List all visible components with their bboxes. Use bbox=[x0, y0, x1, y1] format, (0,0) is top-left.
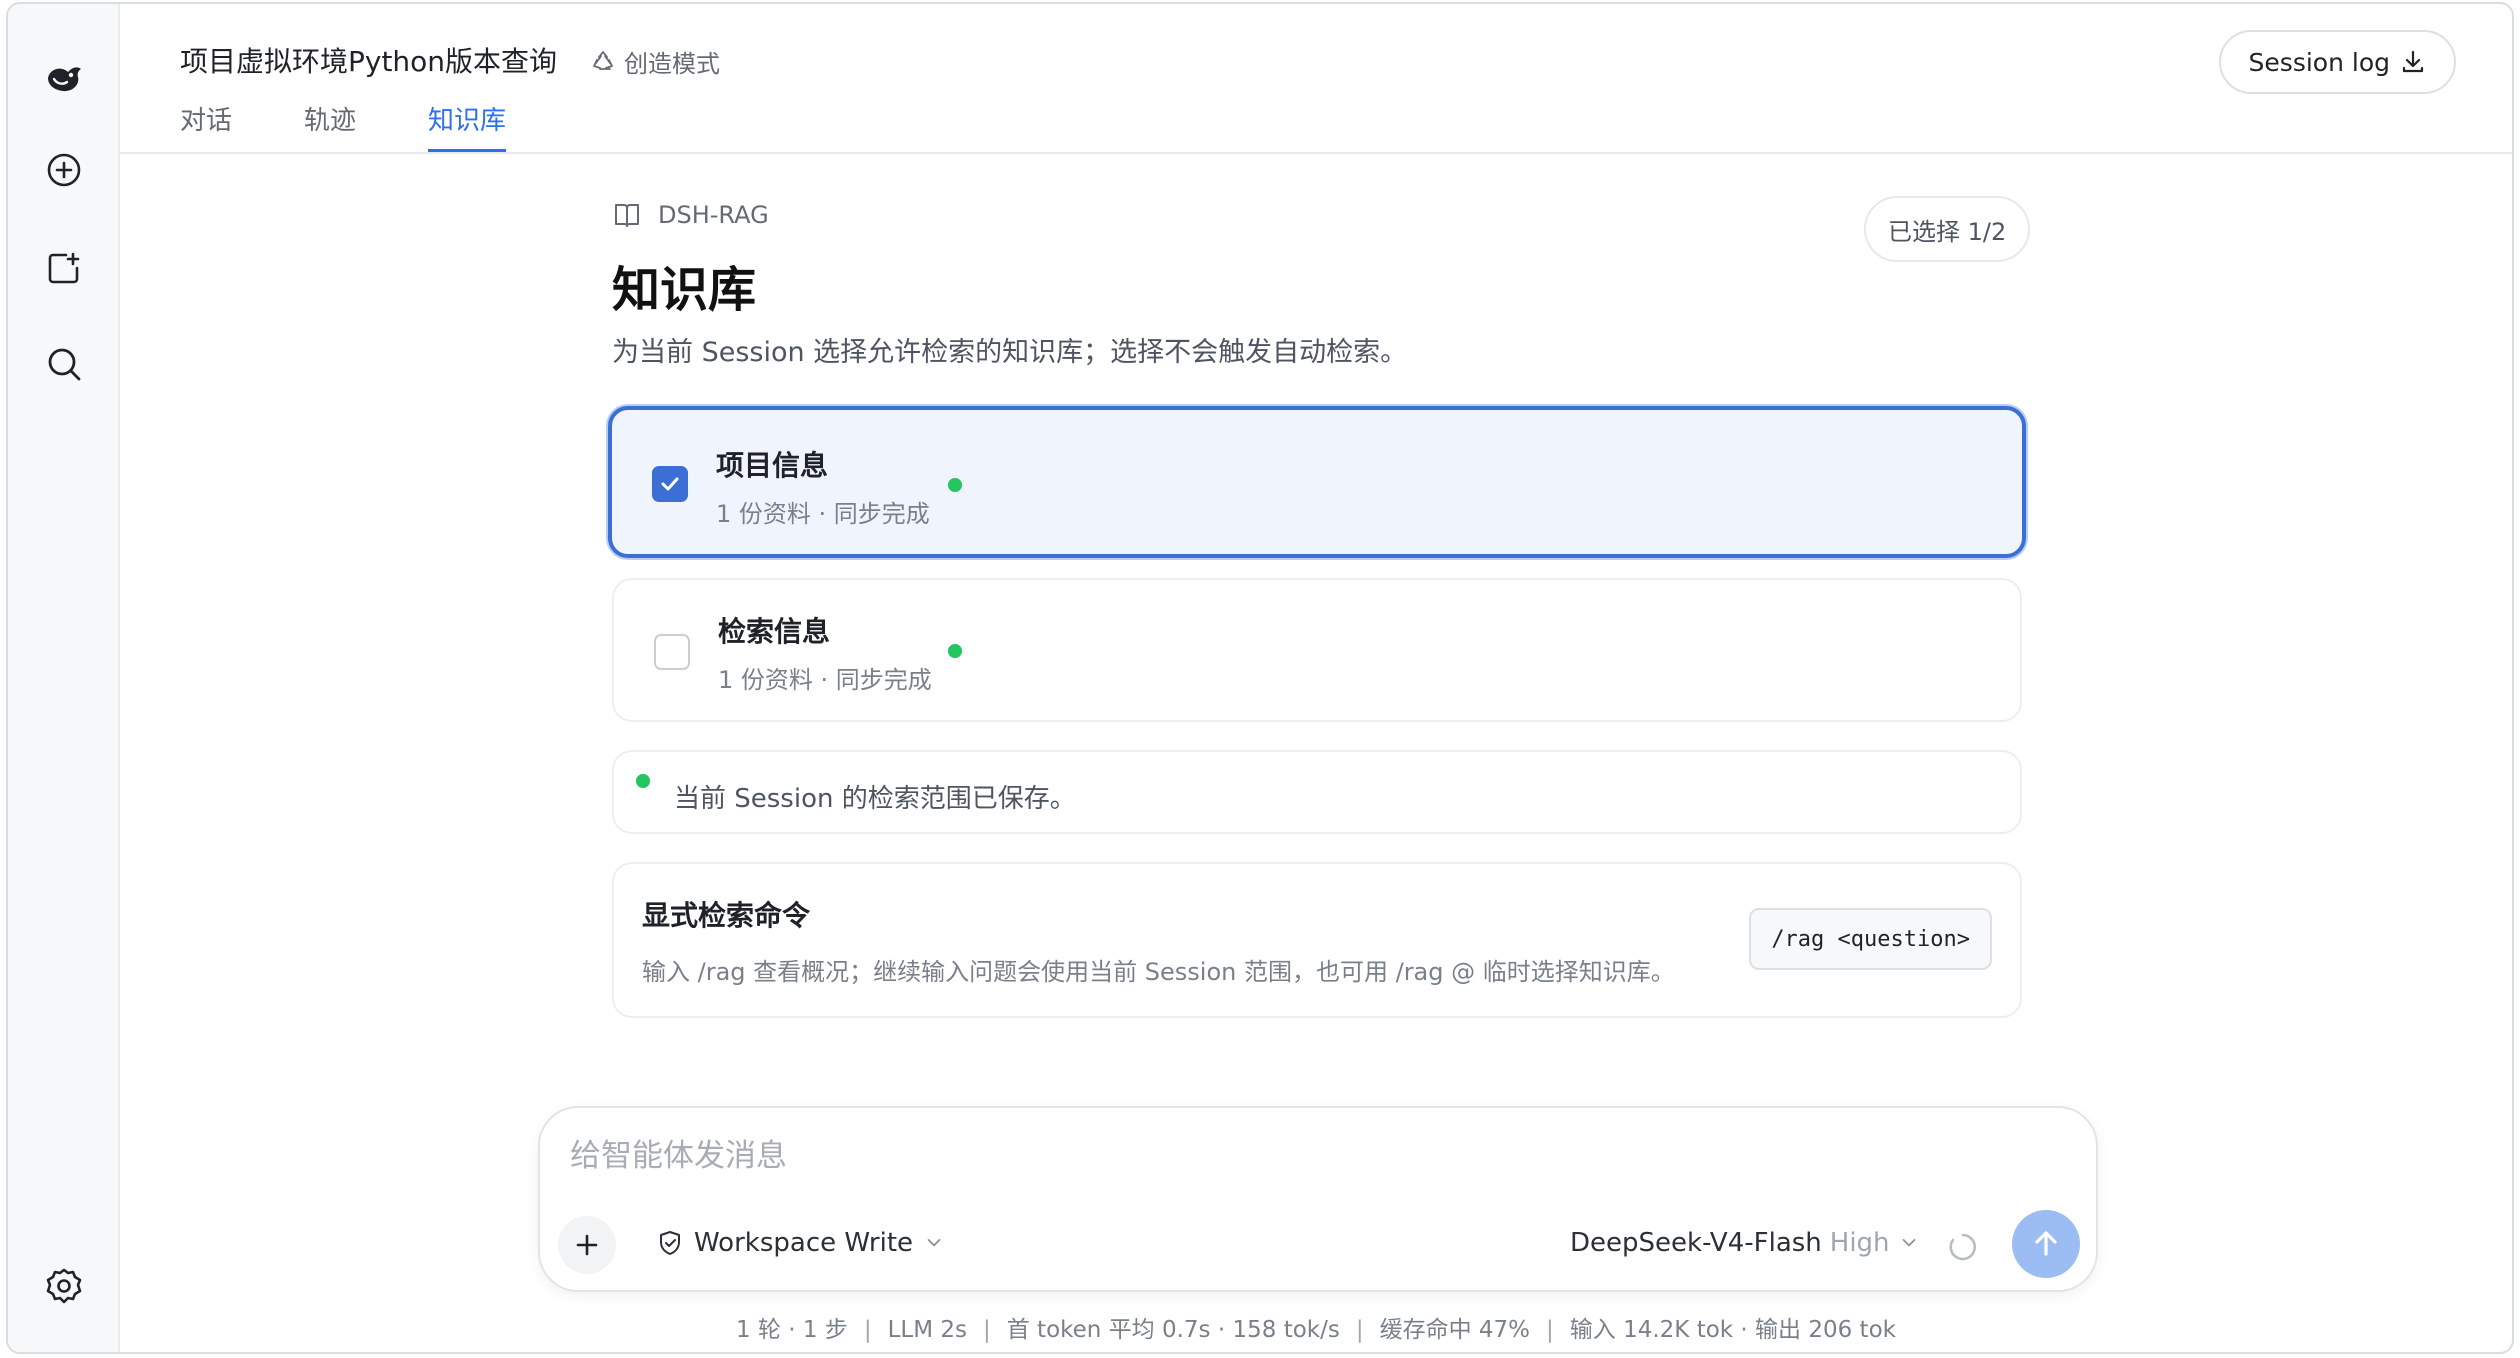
knowledge-item-project-info[interactable]: 项目信息 1 份资料 · 同步完成 bbox=[608, 406, 2026, 558]
notice-text: 当前 Session 的检索范围已保存。 bbox=[674, 784, 1076, 814]
rag-command-card: 显式检索命令 输入 /rag 查看概况；继续输入问题会使用当前 Session … bbox=[612, 862, 2022, 1018]
sidebar bbox=[8, 4, 120, 1352]
mode-label: 创造模式 bbox=[624, 50, 720, 78]
stats-io: 输入 14.2K tok · 输出 206 tok bbox=[1569, 1317, 1896, 1343]
run-stats: 1 轮 · 1 步 | LLM 2s | 首 token 平均 0.7s · 158 t… bbox=[736, 1317, 1896, 1343]
message-composer: Workspace Write DeepSeek-V4-Flash High bbox=[538, 1106, 2098, 1292]
selected-count-badge: 已选择 1/2 bbox=[1864, 196, 2031, 262]
knowledge-item-checkbox[interactable] bbox=[652, 466, 688, 502]
command-description: 输入 /rag 查看概况；继续输入问题会使用当前 Session 范围，也可用 … bbox=[642, 958, 1675, 986]
stats-token-speed: 首 token 平均 0.7s · 158 tok/s bbox=[1006, 1317, 1340, 1343]
chevron-down-icon bbox=[1902, 1238, 1915, 1247]
knowledge-item-meta: 1 份资料 · 同步完成 bbox=[718, 666, 932, 694]
message-input[interactable] bbox=[570, 1138, 1970, 1174]
knowledge-item-name: 项目信息 bbox=[716, 449, 829, 482]
knowledge-title: 知识库 bbox=[612, 262, 757, 318]
recycle-icon bbox=[593, 50, 613, 70]
session-log-label: Session log bbox=[2248, 47, 2390, 77]
stats-cache: 缓存命中 47% bbox=[1379, 1317, 1531, 1343]
workspace-permission-select[interactable]: Workspace Write bbox=[656, 1228, 945, 1258]
knowledge-description: 为当前 Session 选择允许检索的知识库；选择不会触发自动检索。 bbox=[612, 337, 1408, 368]
model-name: DeepSeek-V4-Flash bbox=[1570, 1228, 1822, 1258]
tab-knowledge[interactable]: 知识库 bbox=[428, 100, 507, 152]
workspace-label: Workspace Write bbox=[694, 1228, 914, 1258]
breadcrumb-label: DSH-RAG bbox=[658, 201, 769, 229]
model-select[interactable]: DeepSeek-V4-Flash High bbox=[1570, 1228, 1920, 1258]
book-icon bbox=[615, 204, 639, 227]
mode-indicator[interactable]: 创造模式 bbox=[590, 44, 720, 79]
download-icon bbox=[2402, 50, 2424, 73]
breadcrumb: DSH-RAG bbox=[612, 200, 769, 230]
rag-command-chip[interactable]: /rag <question> bbox=[1749, 908, 1992, 970]
plus-icon bbox=[576, 1234, 598, 1256]
tab-bar: 对话 轨迹 知识库 bbox=[180, 100, 507, 152]
loading-spinner-icon bbox=[1949, 1233, 1977, 1261]
sync-status-dot bbox=[948, 478, 962, 492]
page-title: 项目虚拟环境Python版本查询 bbox=[180, 45, 558, 78]
knowledge-item-search-info[interactable]: 检索信息 1 份资料 · 同步完成 bbox=[612, 578, 2022, 722]
sync-status-dot bbox=[948, 644, 962, 658]
new-chat-icon[interactable] bbox=[40, 146, 88, 194]
send-button[interactable] bbox=[2012, 1210, 2080, 1278]
knowledge-item-meta: 1 份资料 · 同步完成 bbox=[716, 500, 930, 528]
arrow-up-icon bbox=[2035, 1231, 2057, 1256]
tab-chat[interactable]: 对话 bbox=[180, 100, 232, 152]
command-title: 显式检索命令 bbox=[642, 899, 811, 932]
model-level: High bbox=[1829, 1228, 1890, 1258]
top-header: 项目虚拟环境Python版本查询 创造模式 对话 轨迹 知识库 Session … bbox=[120, 4, 2512, 154]
session-log-button[interactable]: Session log bbox=[2218, 30, 2456, 94]
stats-turns: 1 轮 · 1 步 bbox=[736, 1317, 848, 1343]
attach-button[interactable] bbox=[558, 1216, 616, 1274]
chevron-down-icon bbox=[927, 1238, 941, 1247]
knowledge-item-name: 检索信息 bbox=[718, 615, 831, 648]
tab-trace[interactable]: 轨迹 bbox=[304, 100, 356, 152]
scope-saved-notice: 当前 Session 的检索范围已保存。 bbox=[612, 750, 2022, 834]
knowledge-item-checkbox[interactable] bbox=[654, 634, 690, 670]
check-icon bbox=[661, 477, 679, 491]
settings-icon[interactable] bbox=[40, 1262, 88, 1310]
stats-llm: LLM 2s bbox=[887, 1317, 967, 1343]
logo-icon[interactable] bbox=[40, 54, 88, 102]
search-icon[interactable] bbox=[40, 340, 88, 388]
app-window: 项目虚拟环境Python版本查询 创造模式 对话 轨迹 知识库 Session … bbox=[6, 2, 2514, 1354]
shield-edit-icon bbox=[660, 1231, 680, 1255]
new-window-icon[interactable] bbox=[40, 244, 88, 292]
saved-status-dot bbox=[636, 774, 650, 788]
